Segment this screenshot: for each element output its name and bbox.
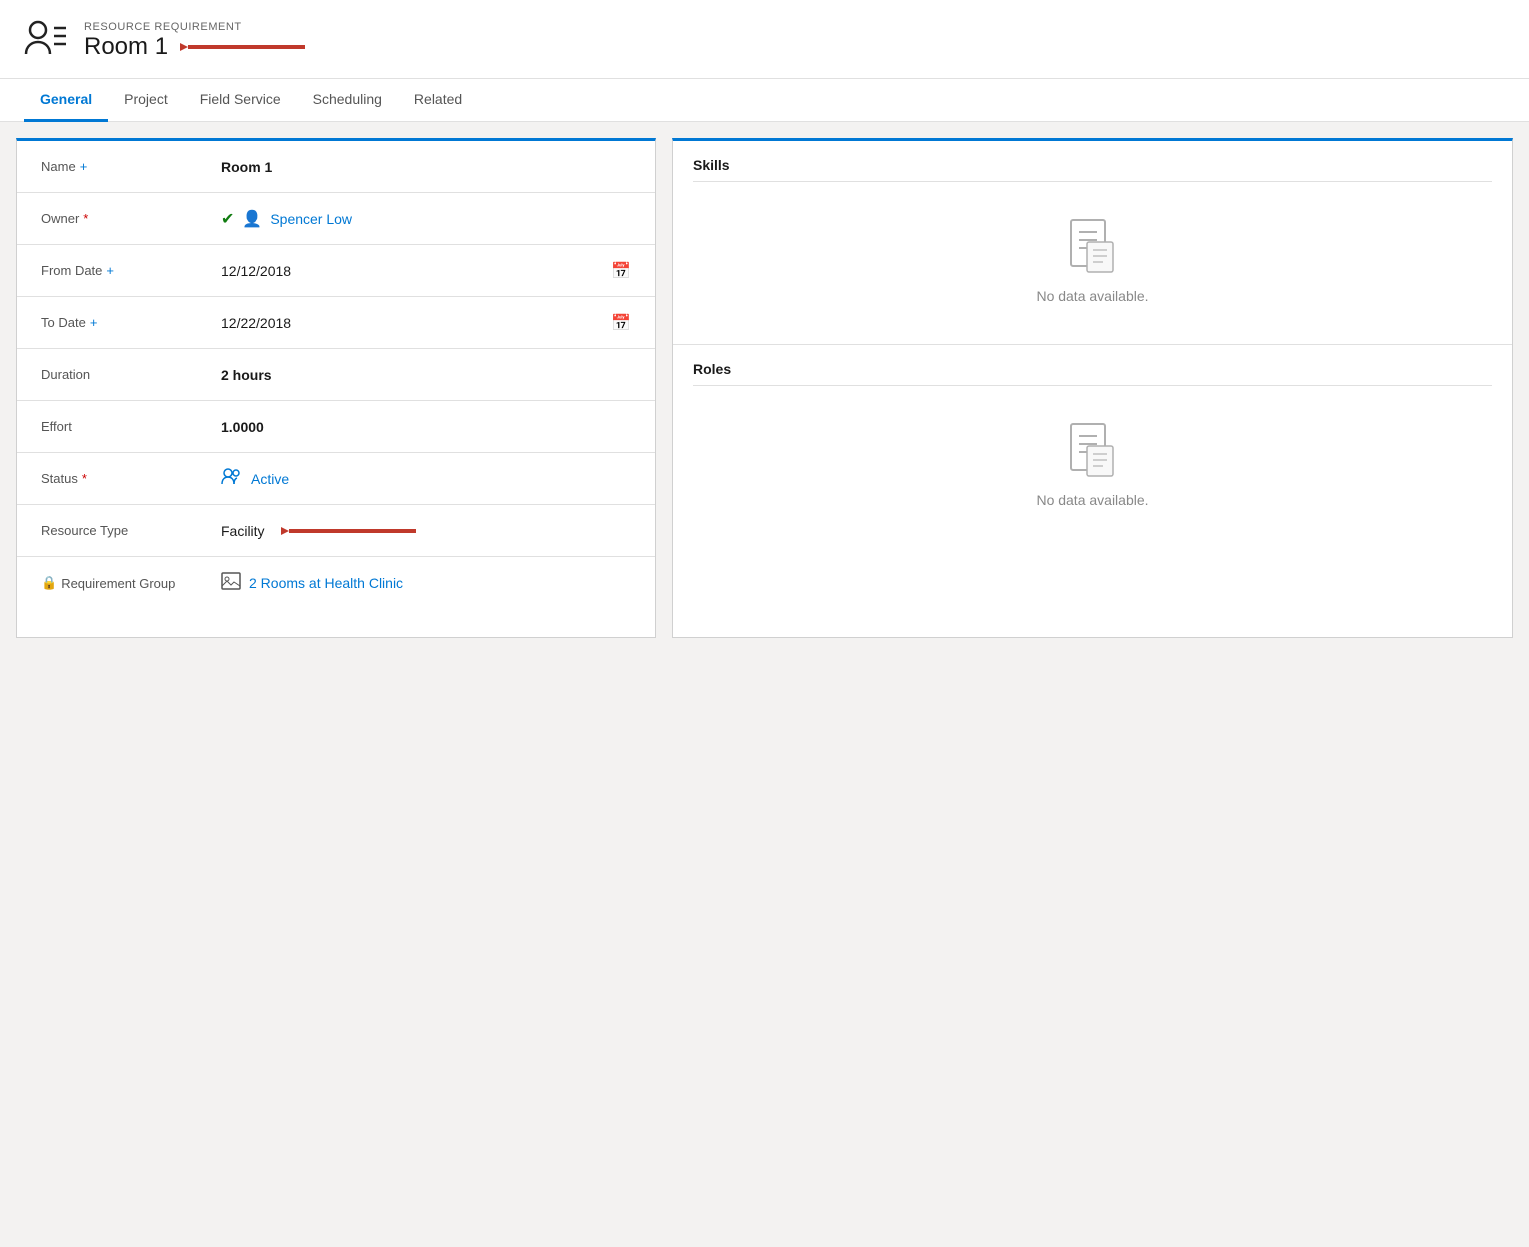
- roles-no-data-text: No data available.: [1036, 492, 1148, 508]
- field-row-requirement-group: 🔒 Requirement Group 2 Rooms at Health Cl…: [17, 557, 655, 609]
- skills-title: Skills: [693, 157, 1492, 182]
- skills-empty-icon: [1067, 218, 1119, 278]
- status-group-icon: [221, 467, 243, 490]
- field-row-from-date: From Date + 12/12/2018 📅: [17, 245, 655, 297]
- page-subtitle: RESOURCE REQUIREMENT: [84, 21, 310, 33]
- roles-section: Roles No data available.: [673, 345, 1512, 548]
- tab-related[interactable]: Related: [398, 79, 478, 122]
- field-row-status: Status * Active: [17, 453, 655, 505]
- skills-no-data-area: No data available.: [693, 194, 1492, 328]
- field-row-name: Name + Room 1: [17, 141, 655, 193]
- arrow-annotation-resource-type: [281, 520, 421, 542]
- requirement-group-link[interactable]: 2 Rooms at Health Clinic: [249, 575, 403, 591]
- required-indicator-owner: *: [83, 211, 88, 226]
- required-indicator-to-date: +: [90, 315, 98, 330]
- to-date-text[interactable]: 12/22/2018: [221, 315, 611, 331]
- field-row-duration: Duration 2 hours: [17, 349, 655, 401]
- header-text-block: RESOURCE REQUIREMENT Room 1: [84, 21, 310, 61]
- resource-requirement-icon: [24, 16, 68, 66]
- field-row-owner: Owner * ✔ 👤 Spencer Low: [17, 193, 655, 245]
- green-check-icon: ✔: [221, 209, 234, 229]
- skills-no-data-text: No data available.: [1036, 288, 1148, 304]
- field-value-name[interactable]: Room 1: [221, 159, 631, 175]
- field-label-status: Status *: [41, 471, 221, 486]
- field-value-status: Active: [221, 467, 631, 490]
- field-label-from-date: From Date +: [41, 263, 221, 278]
- tab-field-service[interactable]: Field Service: [184, 79, 297, 122]
- field-row-resource-type: Resource Type Facility: [17, 505, 655, 557]
- field-row-to-date: To Date + 12/22/2018 📅: [17, 297, 655, 349]
- field-label-owner: Owner *: [41, 211, 221, 226]
- right-panel: Skills No data available. Roles: [672, 138, 1513, 638]
- required-indicator-name: +: [80, 159, 88, 174]
- main-content: Name + Room 1 Owner * ✔ 👤 Spencer Low Fr…: [0, 122, 1529, 654]
- field-value-effort[interactable]: 1.0000: [221, 419, 631, 435]
- field-label-resource-type: Resource Type: [41, 523, 221, 538]
- status-link[interactable]: Active: [251, 471, 289, 487]
- req-group-image-icon: [221, 572, 241, 595]
- owner-link[interactable]: Spencer Low: [270, 211, 352, 227]
- field-value-requirement-group: 2 Rooms at Health Clinic: [221, 572, 631, 595]
- lock-icon: 🔒: [41, 575, 57, 591]
- tab-project[interactable]: Project: [108, 79, 184, 122]
- field-label-to-date: To Date +: [41, 315, 221, 330]
- tabs-bar: General Project Field Service Scheduling…: [0, 79, 1529, 122]
- field-row-effort: Effort 1.0000: [17, 401, 655, 453]
- field-value-from-date: 12/12/2018 📅: [221, 261, 631, 281]
- field-value-resource-type: Facility: [221, 520, 631, 542]
- tab-scheduling[interactable]: Scheduling: [297, 79, 398, 122]
- from-date-text[interactable]: 12/12/2018: [221, 263, 611, 279]
- field-label-effort: Effort: [41, 419, 221, 434]
- left-form-panel: Name + Room 1 Owner * ✔ 👤 Spencer Low Fr…: [16, 138, 656, 638]
- calendar-icon-from[interactable]: 📅: [611, 261, 631, 281]
- tab-general[interactable]: General: [24, 79, 108, 122]
- calendar-icon-to[interactable]: 📅: [611, 313, 631, 333]
- roles-empty-icon: [1067, 422, 1119, 482]
- required-indicator-status: *: [82, 471, 87, 486]
- person-icon-owner: 👤: [242, 209, 262, 229]
- field-label-requirement-group: 🔒 Requirement Group: [41, 575, 221, 591]
- roles-title: Roles: [693, 361, 1492, 386]
- date-row-to: 12/22/2018 📅: [221, 313, 631, 333]
- field-label-name: Name +: [41, 159, 221, 174]
- arrow-annotation-title: [180, 34, 310, 60]
- skills-section: Skills No data available.: [673, 141, 1512, 345]
- date-row-from: 12/12/2018 📅: [221, 261, 631, 281]
- page-title: Room 1: [84, 33, 168, 61]
- resource-type-text[interactable]: Facility: [221, 523, 265, 539]
- required-indicator-from-date: +: [106, 263, 114, 278]
- roles-no-data-area: No data available.: [693, 398, 1492, 532]
- title-row: Room 1: [84, 33, 310, 61]
- field-value-owner: ✔ 👤 Spencer Low: [221, 209, 631, 229]
- field-label-duration: Duration: [41, 367, 221, 382]
- field-value-duration[interactable]: 2 hours: [221, 367, 631, 383]
- page-header: RESOURCE REQUIREMENT Room 1: [0, 0, 1529, 79]
- field-value-to-date: 12/22/2018 📅: [221, 313, 631, 333]
